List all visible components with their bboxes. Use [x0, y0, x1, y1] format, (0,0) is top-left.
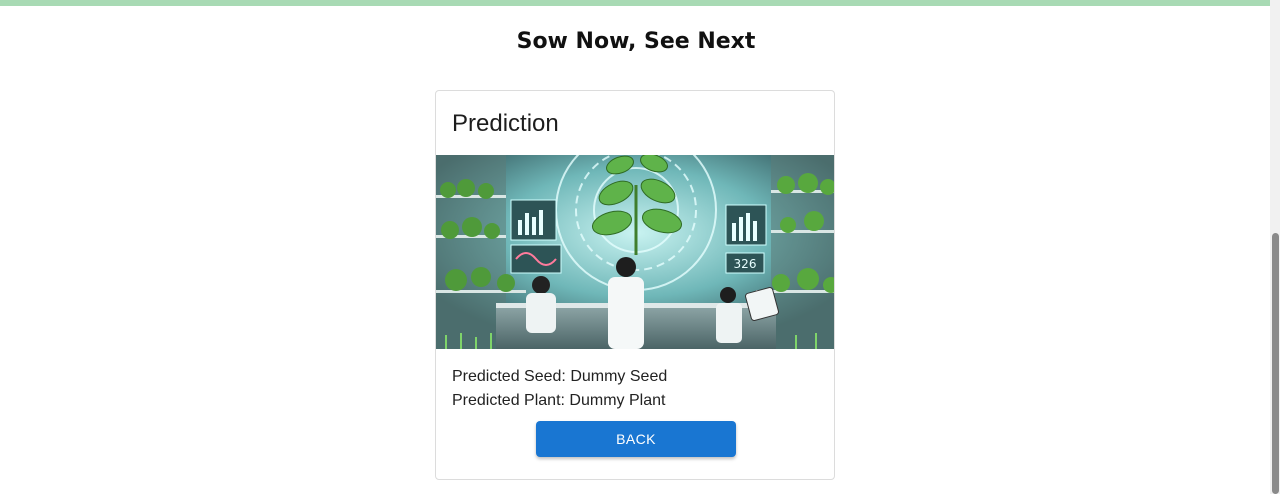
- page-scrollbar-thumb[interactable]: [1272, 233, 1279, 494]
- card-title: Prediction: [452, 110, 559, 137]
- prediction-card: Prediction 326 Predicted Seed: Dummy See…: [435, 90, 835, 480]
- predicted-plant-label: Predicted Plant:: [452, 392, 565, 409]
- predicted-plant-line: Predicted Plant: Dummy Plant: [452, 392, 665, 410]
- back-button[interactable]: BACK: [536, 421, 736, 457]
- predicted-seed-line: Predicted Seed: Dummy Seed: [452, 368, 667, 386]
- predicted-seed-value: Dummy Seed: [570, 368, 668, 385]
- predicted-plant-value: Dummy Plant: [569, 392, 666, 409]
- hologram-readout: 326: [734, 257, 757, 271]
- predicted-seed-label: Predicted Seed:: [452, 368, 566, 385]
- page-title: Sow Now, See Next: [516, 29, 756, 54]
- top-accent-bar: [0, 0, 1280, 6]
- lab-illustration-image: 326: [436, 155, 834, 349]
